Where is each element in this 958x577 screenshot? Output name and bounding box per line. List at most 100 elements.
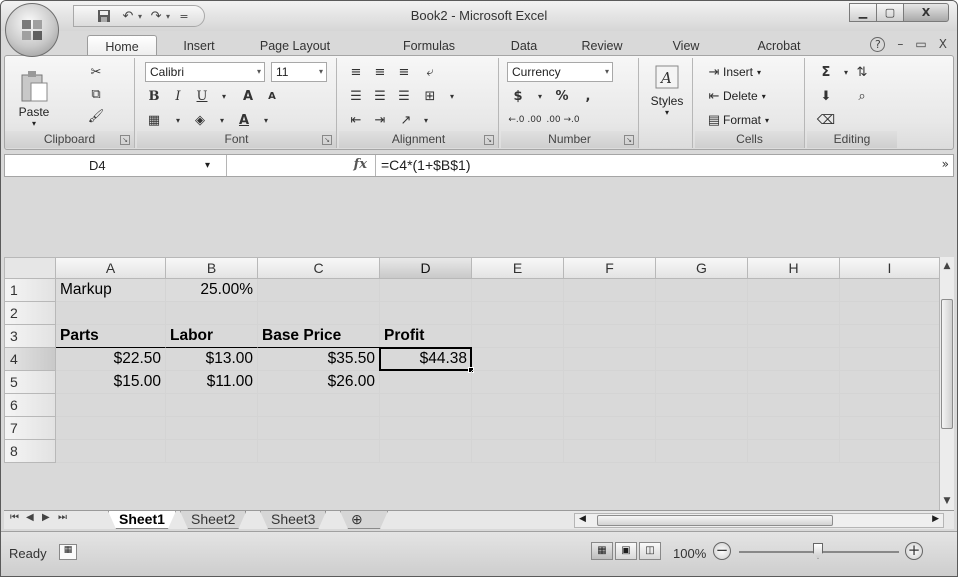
column-header-f[interactable]: F	[564, 257, 656, 279]
delete-dropdown-icon[interactable]: ▾	[762, 92, 766, 101]
currency-dropdown-icon[interactable]: ▾	[529, 86, 551, 106]
cell-b1[interactable]: 25.00%	[166, 279, 258, 302]
minimize-button[interactable]: ▁	[849, 3, 877, 22]
borders-dropdown-icon[interactable]: ▾	[167, 110, 189, 130]
font-size-box[interactable]: 11 ▾	[271, 62, 327, 82]
cell-f3[interactable]	[564, 325, 656, 348]
cut-icon[interactable]: ✂	[85, 62, 107, 82]
autosum-button[interactable]: Σ	[815, 62, 837, 82]
cell-h5[interactable]	[748, 371, 840, 394]
font-name-box[interactable]: Calibri ▾	[145, 62, 265, 82]
row-header-2[interactable]: 2	[4, 302, 56, 325]
align-right-icon[interactable]: ☰	[393, 86, 415, 106]
row-header-4[interactable]: 4	[4, 348, 56, 371]
fill-icon[interactable]: ⬇	[815, 86, 837, 106]
column-header-d[interactable]: D	[380, 257, 472, 279]
cell-a3[interactable]: Parts	[56, 325, 166, 348]
paste-button[interactable]: Paste ▾	[11, 62, 57, 128]
maximize-button[interactable]: ▢	[876, 3, 904, 22]
macro-record-icon[interactable]: ▦	[59, 544, 77, 560]
insert-function-icon[interactable]: fx	[354, 157, 367, 172]
tab-insert[interactable]: Insert	[169, 35, 229, 57]
column-header-b[interactable]: B	[166, 257, 258, 279]
cell-g7[interactable]	[656, 417, 748, 440]
percent-button[interactable]: %	[551, 86, 573, 106]
cell-f4[interactable]	[564, 348, 656, 371]
ribbon-minimize-icon[interactable]: –	[897, 37, 903, 52]
tab-acrobat[interactable]: Acrobat	[743, 35, 815, 57]
font-name-dropdown-icon[interactable]: ▾	[257, 63, 261, 81]
zoom-level[interactable]: 100%	[673, 546, 706, 561]
row-header-7[interactable]: 7	[4, 417, 56, 440]
name-box[interactable]: D4	[5, 155, 227, 176]
cell-f7[interactable]	[564, 417, 656, 440]
align-middle-icon[interactable]: ≡	[369, 62, 391, 82]
row-header-8[interactable]: 8	[4, 440, 56, 463]
zoom-in-icon[interactable]: +	[905, 542, 923, 560]
clipboard-launcher-icon[interactable]: ↘	[120, 135, 130, 145]
tab-formulas[interactable]: Formulas	[389, 35, 469, 57]
grow-font-button[interactable]: A	[237, 86, 259, 106]
cell-e1[interactable]	[472, 279, 564, 302]
insert-sheet-icon[interactable]: ⊕	[340, 511, 388, 529]
horizontal-scroll-thumb[interactable]	[597, 515, 833, 526]
font-color-dropdown-icon[interactable]: ▾	[255, 110, 277, 130]
scroll-up-icon[interactable]: ▲	[940, 259, 954, 273]
cell-h2[interactable]	[748, 302, 840, 325]
select-all-corner[interactable]	[4, 257, 56, 279]
cell-g8[interactable]	[656, 440, 748, 463]
wrap-text-icon[interactable]: ⤶	[419, 62, 441, 82]
row-header-1[interactable]: 1	[4, 279, 56, 302]
sheet-tab-sheet2[interactable]: Sheet2	[180, 511, 246, 529]
vertical-scrollbar[interactable]: ▲ ▼	[939, 257, 954, 510]
cell-e4[interactable]	[472, 348, 564, 371]
cell-c3[interactable]: Base Price	[258, 325, 380, 348]
cell-i3[interactable]	[840, 325, 940, 348]
cell-c6[interactable]	[258, 394, 380, 417]
horizontal-scrollbar[interactable]: ◀ ▶	[574, 513, 944, 528]
tab-page-layout[interactable]: Page Layout	[245, 35, 345, 57]
row-header-5[interactable]: 5	[4, 371, 56, 394]
cell-d6[interactable]	[380, 394, 472, 417]
cell-f2[interactable]	[564, 302, 656, 325]
cell-g3[interactable]	[656, 325, 748, 348]
cell-a4[interactable]: $22.50	[56, 348, 166, 371]
cell-e7[interactable]	[472, 417, 564, 440]
formula-input[interactable]: =C4*(1+$B$1)	[381, 155, 471, 176]
cell-c2[interactable]	[258, 302, 380, 325]
cell-d5[interactable]	[380, 371, 472, 394]
help-icon[interactable]: ?	[870, 37, 886, 52]
expand-formula-bar-icon[interactable]: »	[942, 157, 949, 171]
normal-view-icon[interactable]: ▦	[591, 542, 613, 560]
cell-b7[interactable]	[166, 417, 258, 440]
scroll-right-icon[interactable]: ▶	[932, 514, 939, 524]
cell-a2[interactable]	[56, 302, 166, 325]
column-header-i[interactable]: I	[840, 257, 940, 279]
column-header-h[interactable]: H	[748, 257, 840, 279]
column-header-a[interactable]: A	[56, 257, 166, 279]
cell-b5[interactable]: $11.00	[166, 371, 258, 394]
cell-g5[interactable]	[656, 371, 748, 394]
cell-g1[interactable]	[656, 279, 748, 302]
cell-b4[interactable]: $13.00	[166, 348, 258, 371]
cell-e3[interactable]	[472, 325, 564, 348]
align-center-icon[interactable]: ☰	[369, 86, 391, 106]
decrease-decimal-button[interactable]: .00 →.0	[545, 110, 581, 130]
merge-dropdown-icon[interactable]: ▾	[441, 86, 463, 106]
fill-color-icon[interactable]: ◈	[189, 110, 211, 130]
decrease-indent-icon[interactable]: ⇤	[345, 110, 367, 130]
cell-d8[interactable]	[380, 440, 472, 463]
cell-i4[interactable]	[840, 348, 940, 371]
scroll-left-icon[interactable]: ◀	[579, 514, 586, 524]
close-button[interactable]: X	[903, 3, 949, 22]
cell-h6[interactable]	[748, 394, 840, 417]
cell-i5[interactable]	[840, 371, 940, 394]
format-painter-icon[interactable]: 🖌	[85, 106, 107, 126]
cell-d3[interactable]: Profit	[380, 325, 472, 348]
cell-g4[interactable]	[656, 348, 748, 371]
copy-icon[interactable]: ⧉	[85, 84, 107, 104]
last-sheet-icon[interactable]: ⏭	[58, 512, 67, 523]
prev-sheet-icon[interactable]: ◀	[26, 512, 34, 523]
zoom-out-icon[interactable]: −	[713, 542, 731, 560]
font-color-button[interactable]: A	[233, 110, 255, 130]
